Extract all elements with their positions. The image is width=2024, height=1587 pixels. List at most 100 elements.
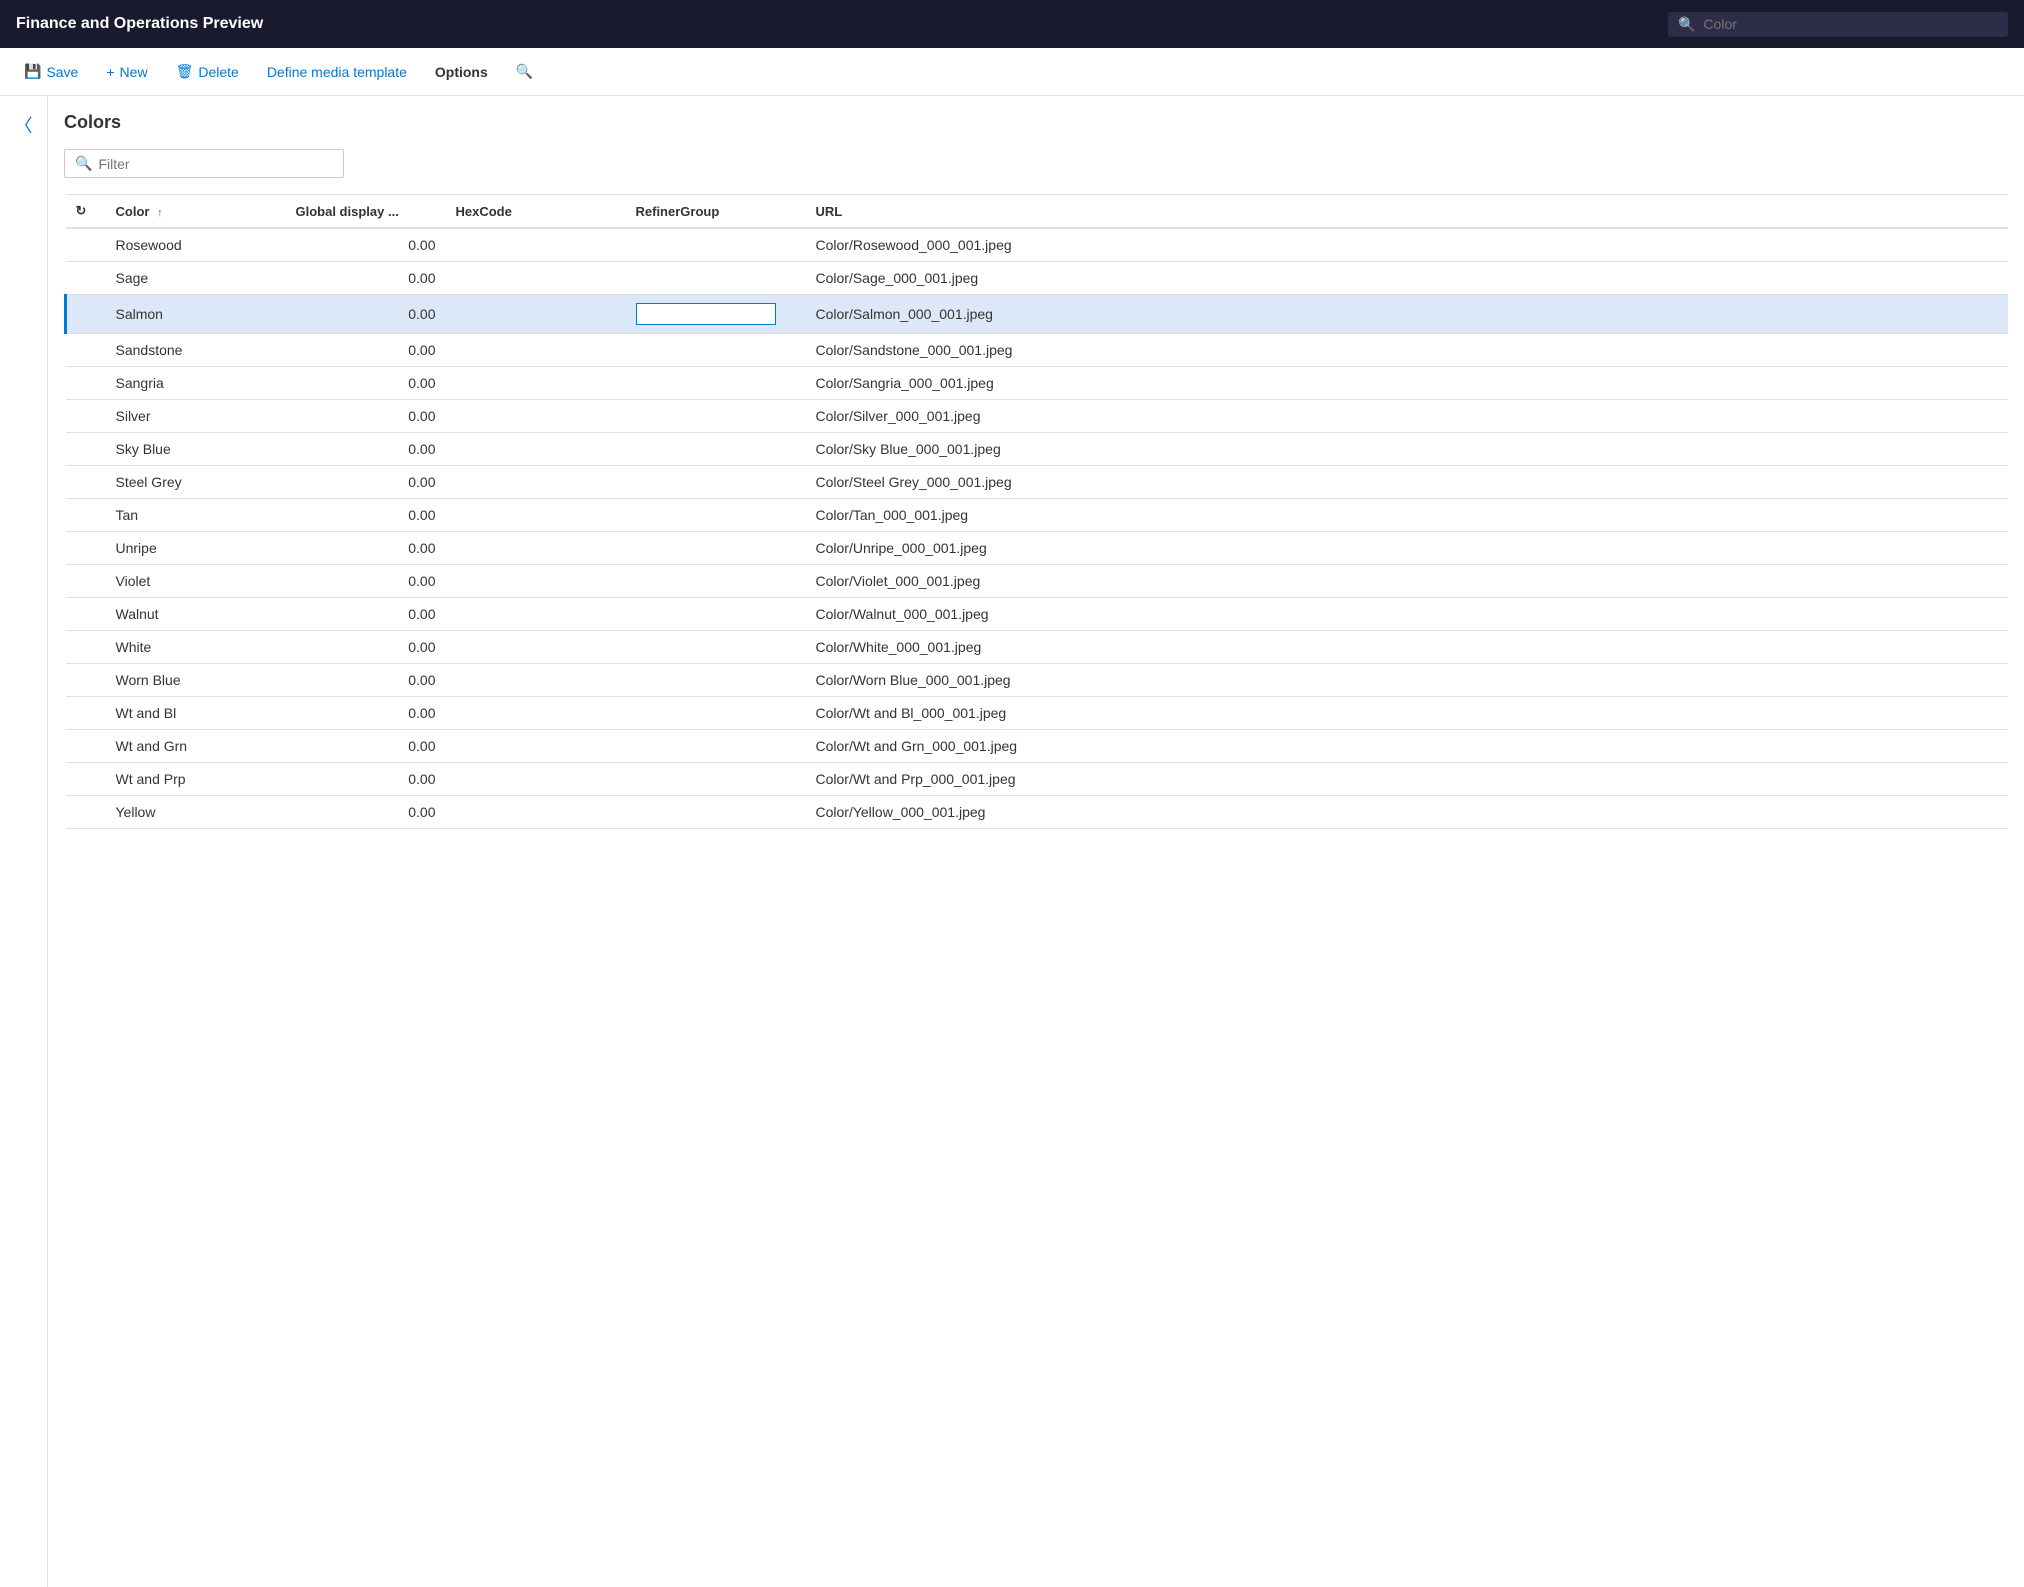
table-row[interactable]: Sky Blue0.00Color/Sky Blue_000_001.jpeg	[66, 433, 2009, 466]
row-indicator	[66, 367, 106, 400]
cell-refiner-group	[626, 763, 806, 796]
table-row[interactable]: Sage0.00Color/Sage_000_001.jpeg	[66, 262, 2009, 295]
cell-url: Color/Rosewood_000_001.jpeg	[806, 228, 2009, 262]
cell-color: Walnut	[106, 598, 286, 631]
cell-refiner-group	[626, 262, 806, 295]
cell-color: Sky Blue	[106, 433, 286, 466]
cell-refiner-group	[626, 466, 806, 499]
cell-url: Color/Sky Blue_000_001.jpeg	[806, 433, 2009, 466]
cell-global-display: 0.00	[286, 466, 446, 499]
cell-color: Worn Blue	[106, 664, 286, 697]
cell-url: Color/Steel Grey_000_001.jpeg	[806, 466, 2009, 499]
cell-refiner-group	[626, 796, 806, 829]
new-button[interactable]: + New	[94, 58, 159, 86]
app-header: Finance and Operations Preview 🔍	[0, 0, 2024, 48]
table-row[interactable]: Wt and Bl0.00Color/Wt and Bl_000_001.jpe…	[66, 697, 2009, 730]
cell-url: Color/Sangria_000_001.jpeg	[806, 367, 2009, 400]
toolbar-search-button[interactable]: 🔍	[504, 57, 545, 86]
cell-url: Color/Wt and Bl_000_001.jpeg	[806, 697, 2009, 730]
cell-color: Wt and Bl	[106, 697, 286, 730]
row-indicator	[66, 295, 106, 334]
delete-button[interactable]: 🗑 Delete	[164, 57, 251, 86]
filter-box[interactable]: 🔍	[64, 149, 344, 178]
cell-refiner-group	[626, 631, 806, 664]
cell-refiner-group	[626, 598, 806, 631]
row-indicator	[66, 796, 106, 829]
cell-color: Rosewood	[106, 228, 286, 262]
table-row[interactable]: Rosewood0.00 Color/Rosewood_000_001.jpeg	[66, 228, 2009, 262]
row-indicator	[66, 433, 106, 466]
cell-color: Silver	[106, 400, 286, 433]
cell-url: Color/Yellow_000_001.jpeg	[806, 796, 2009, 829]
filter-input[interactable]	[98, 156, 333, 172]
cell-global-display: 0.00	[286, 631, 446, 664]
cell-color: Sage	[106, 262, 286, 295]
col-refresh-header: ↻	[66, 195, 106, 229]
cell-global-display: 0.00	[286, 228, 446, 262]
cell-refiner-group	[626, 400, 806, 433]
define-media-button[interactable]: Define media template	[255, 58, 419, 86]
toolbar-search-icon: 🔍	[516, 63, 533, 80]
filter-search-icon: 🔍	[75, 155, 92, 172]
table-row[interactable]: Unripe0.00Color/Unripe_000_001.jpeg	[66, 532, 2009, 565]
row-indicator	[66, 499, 106, 532]
col-color-header[interactable]: Color ↑	[106, 195, 286, 229]
save-icon: 💾	[24, 63, 41, 80]
cell-color: Sandstone	[106, 334, 286, 367]
table-row[interactable]: Sangria0.00Color/Sangria_000_001.jpeg	[66, 367, 2009, 400]
sidebar-filter: 〈	[0, 96, 48, 1587]
cell-color: Wt and Prp	[106, 763, 286, 796]
cell-refiner-group	[626, 664, 806, 697]
col-global-header: Global display ...	[286, 195, 446, 229]
table-row[interactable]: Tan0.00Color/Tan_000_001.jpeg	[66, 499, 2009, 532]
cell-hexcode	[446, 796, 626, 829]
cell-url: Color/Silver_000_001.jpeg	[806, 400, 2009, 433]
table-row[interactable]: Steel Grey0.00Color/Steel Grey_000_001.j…	[66, 466, 2009, 499]
cell-hexcode	[446, 499, 626, 532]
table-row[interactable]: Salmon0.00Color/Salmon_000_001.jpeg	[66, 295, 2009, 334]
table-row[interactable]: Walnut0.00Color/Walnut_000_001.jpeg	[66, 598, 2009, 631]
page-title: Colors	[64, 112, 2008, 133]
row-indicator	[66, 466, 106, 499]
cell-hexcode	[446, 763, 626, 796]
table-row[interactable]: Violet0.00Color/Violet_000_001.jpeg	[66, 565, 2009, 598]
cell-refiner-group	[626, 697, 806, 730]
options-button[interactable]: Options	[423, 58, 500, 86]
table-row[interactable]: Wt and Prp0.00Color/Wt and Prp_000_001.j…	[66, 763, 2009, 796]
save-button[interactable]: 💾 Save	[12, 57, 90, 86]
cell-url: Color/White_000_001.jpeg	[806, 631, 2009, 664]
cell-hexcode	[446, 697, 626, 730]
row-indicator	[66, 565, 106, 598]
cell-global-display: 0.00	[286, 565, 446, 598]
filter-icon[interactable]: 〈	[15, 112, 33, 1587]
header-search-box[interactable]: 🔍	[1668, 12, 2008, 37]
table-header: ↻ Color ↑ Global display ... HexCode Ref…	[66, 195, 2009, 229]
table-row[interactable]: Sandstone0.00Color/Sandstone_000_001.jpe…	[66, 334, 2009, 367]
row-indicator	[66, 730, 106, 763]
table-row[interactable]: Silver0.00Color/Silver_000_001.jpeg	[66, 400, 2009, 433]
col-url-header: URL	[806, 195, 2009, 229]
refiner-group-input[interactable]	[636, 303, 776, 325]
cell-hexcode	[446, 262, 626, 295]
cell-hexcode	[446, 334, 626, 367]
cell-global-display: 0.00	[286, 295, 446, 334]
cell-global-display: 0.00	[286, 367, 446, 400]
table-row[interactable]: Wt and Grn0.00Color/Wt and Grn_000_001.j…	[66, 730, 2009, 763]
table-row[interactable]: Worn Blue0.00Color/Worn Blue_000_001.jpe…	[66, 664, 2009, 697]
table-row[interactable]: White0.00Color/White_000_001.jpeg	[66, 631, 2009, 664]
row-indicator	[66, 664, 106, 697]
cell-global-display: 0.00	[286, 730, 446, 763]
header-search-input[interactable]	[1703, 16, 1998, 32]
cell-refiner-group[interactable]	[626, 295, 806, 334]
refresh-icon[interactable]: ↻	[76, 203, 87, 218]
cell-refiner-group	[626, 565, 806, 598]
cell-url: Color/Sandstone_000_001.jpeg	[806, 334, 2009, 367]
table-body: Rosewood0.00Color/Rosewood_000_001.jpegS…	[66, 228, 2009, 829]
cell-url: Color/Walnut_000_001.jpeg	[806, 598, 2009, 631]
cell-hexcode	[446, 532, 626, 565]
plus-icon: +	[106, 64, 114, 80]
cell-refiner-group	[626, 367, 806, 400]
cell-hexcode	[446, 295, 626, 334]
row-indicator	[66, 763, 106, 796]
table-row[interactable]: Yellow0.00Color/Yellow_000_001.jpeg	[66, 796, 2009, 829]
